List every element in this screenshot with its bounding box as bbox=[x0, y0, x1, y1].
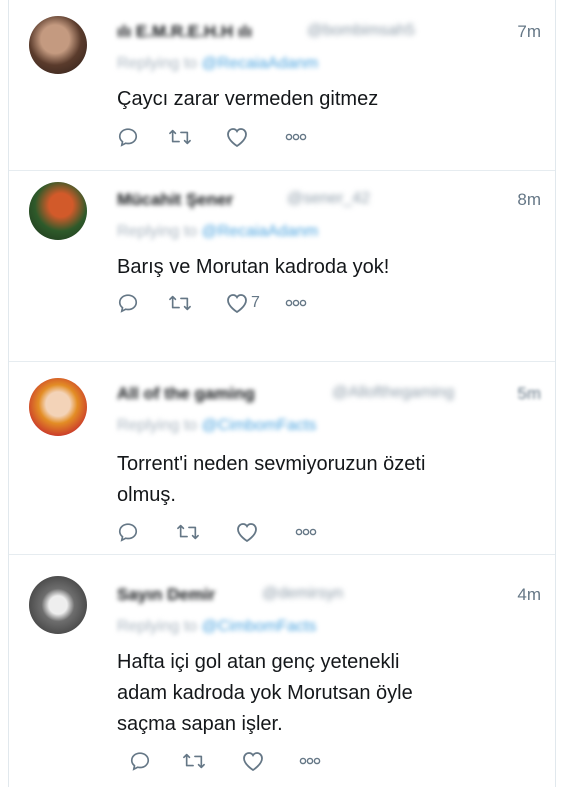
tweet-text: Çaycı zarar vermeden gitmez bbox=[117, 88, 379, 110]
like-button[interactable] bbox=[235, 517, 261, 547]
retweet-icon bbox=[175, 521, 201, 543]
tweet-text: Hafta içi gol atan genç yetenekli adam k… bbox=[117, 651, 413, 735]
user-handle[interactable]: @Allofthegaming bbox=[332, 384, 454, 402]
replying-to-label: Replying to bbox=[117, 618, 198, 635]
reply-icon bbox=[129, 750, 151, 772]
user-handle[interactable]: @bombimsah5 bbox=[307, 22, 415, 40]
replying-to-handle[interactable]: @RecaiaAdanm bbox=[202, 55, 319, 72]
reply-thread: ılı E.M.R.E.H.H ılı @bombimsah5 7m Reply… bbox=[8, 0, 556, 787]
heart-icon bbox=[225, 292, 249, 314]
retweet-button[interactable] bbox=[175, 517, 201, 547]
retweet-icon bbox=[167, 126, 193, 148]
replying-to: Replying to @RecaiaAdanm bbox=[117, 55, 318, 73]
avatar[interactable] bbox=[29, 576, 87, 634]
more-button[interactable] bbox=[299, 746, 321, 776]
display-name[interactable]: Mücahit Şener bbox=[117, 190, 233, 210]
more-button[interactable] bbox=[285, 122, 307, 152]
more-icon bbox=[295, 527, 317, 537]
timestamp[interactable]: 4m bbox=[517, 585, 541, 605]
tweet-text: Barış ve Morutan kadroda yok! bbox=[117, 256, 390, 278]
user-handle[interactable]: @demirsyn bbox=[262, 585, 343, 603]
replying-to-label: Replying to bbox=[117, 55, 198, 72]
reply-button[interactable] bbox=[117, 517, 139, 547]
avatar[interactable] bbox=[29, 378, 87, 436]
replying-to: Replying to @CimbomFacts bbox=[117, 618, 316, 636]
retweet-icon bbox=[167, 292, 193, 314]
reply-button[interactable] bbox=[117, 288, 139, 318]
more-icon bbox=[299, 756, 321, 766]
retweet-button[interactable] bbox=[167, 288, 193, 318]
retweet-button[interactable] bbox=[181, 746, 207, 776]
replying-to: Replying to @RecaiaAdanm bbox=[117, 223, 318, 241]
more-icon bbox=[285, 298, 307, 308]
user-handle[interactable]: @sener_42 bbox=[287, 190, 370, 208]
replying-to-label: Replying to bbox=[117, 223, 198, 240]
more-icon bbox=[285, 132, 307, 142]
reply-button[interactable] bbox=[117, 122, 139, 152]
heart-icon bbox=[241, 750, 265, 772]
heart-icon bbox=[235, 521, 259, 543]
heart-icon bbox=[225, 126, 249, 148]
retweet-icon bbox=[181, 750, 207, 772]
like-button[interactable] bbox=[241, 746, 267, 776]
reply-icon bbox=[117, 292, 139, 314]
more-button[interactable] bbox=[285, 288, 307, 318]
timestamp[interactable]: 7m bbox=[517, 22, 541, 42]
retweet-button[interactable] bbox=[167, 122, 193, 152]
avatar[interactable] bbox=[29, 16, 87, 74]
display-name[interactable]: Sayın Demir bbox=[117, 585, 215, 605]
avatar[interactable] bbox=[29, 182, 87, 240]
like-button[interactable]: 7 bbox=[225, 288, 260, 318]
tweet-text: Torrent'i neden sevmiyoruzun özeti olmuş… bbox=[117, 453, 426, 506]
tweet[interactable]: All of the gaming @Allofthegaming 5m Rep… bbox=[9, 362, 555, 554]
display-name[interactable]: ılı E.M.R.E.H.H ılı bbox=[117, 22, 252, 42]
like-button[interactable] bbox=[225, 122, 251, 152]
more-button[interactable] bbox=[295, 517, 317, 547]
reply-button[interactable] bbox=[129, 746, 151, 776]
replying-to-handle[interactable]: @CimbomFacts bbox=[202, 618, 317, 635]
replying-to-handle[interactable]: @CimbomFacts bbox=[202, 417, 317, 434]
like-count: 7 bbox=[251, 294, 260, 311]
tweet[interactable]: Mücahit Şener @sener_42 8m Replying to @… bbox=[9, 171, 555, 361]
reply-icon bbox=[117, 521, 139, 543]
replying-to-label: Replying to bbox=[117, 417, 198, 434]
replying-to: Replying to @CimbomFacts bbox=[117, 417, 316, 435]
timestamp[interactable]: 5m bbox=[517, 384, 541, 404]
display-name[interactable]: All of the gaming bbox=[117, 384, 255, 404]
replying-to-handle[interactable]: @RecaiaAdanm bbox=[202, 223, 319, 240]
tweet[interactable]: Sayın Demir @demirsyn 4m Replying to @Ci… bbox=[9, 555, 555, 787]
tweet[interactable]: ılı E.M.R.E.H.H ılı @bombimsah5 7m Reply… bbox=[9, 0, 555, 170]
timestamp[interactable]: 8m bbox=[517, 190, 541, 210]
reply-icon bbox=[117, 126, 139, 148]
